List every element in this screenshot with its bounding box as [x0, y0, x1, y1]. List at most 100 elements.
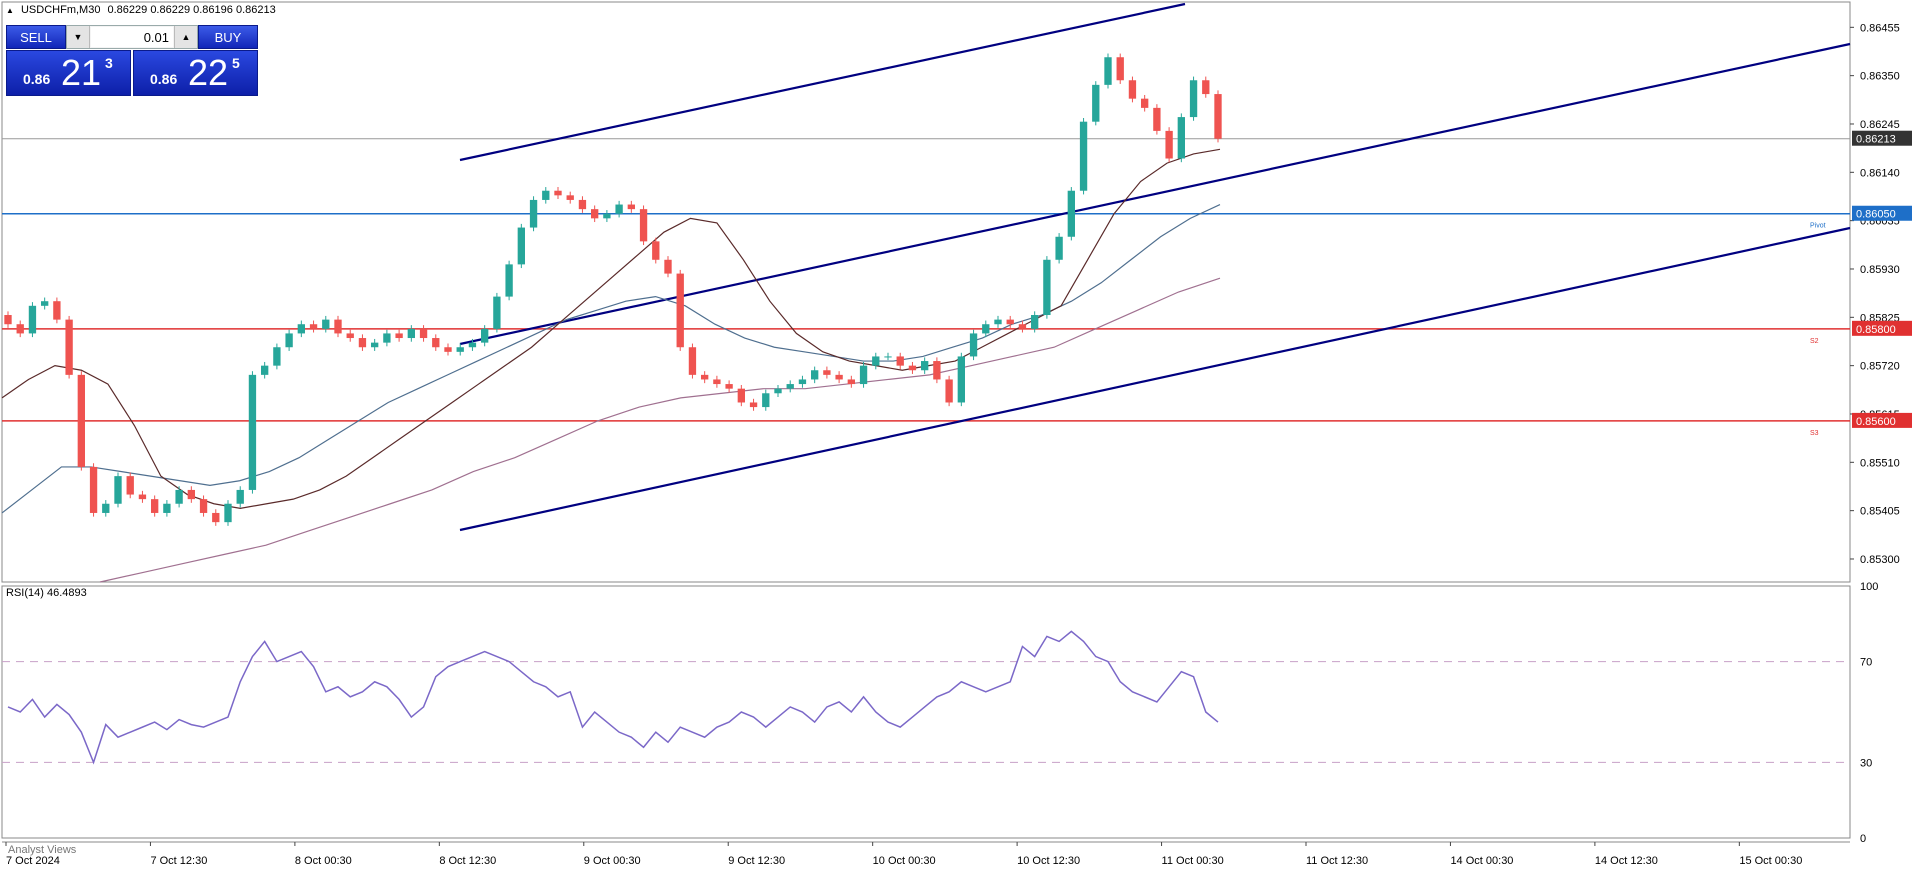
candle-body: [334, 319, 342, 334]
buy-price-prefix: 0.86: [150, 71, 178, 87]
candle-body: [688, 347, 697, 375]
rsi-line: [7, 630, 1219, 765]
x-tick-label: 9 Oct 00:30: [584, 855, 641, 867]
candle-body: [28, 305, 37, 334]
candle-body: [1031, 315, 1039, 329]
analyst-views-label[interactable]: Analyst Views: [8, 844, 76, 856]
current-price-label: 0.86213: [1856, 134, 1896, 146]
candle-body: [77, 374, 85, 467]
buy-price-point: 5: [232, 55, 240, 71]
x-tick-label: 14 Oct 12:30: [1595, 855, 1658, 867]
candle-body: [639, 209, 648, 242]
candle-body: [517, 227, 525, 265]
symbol-label: USDCHFm,M30: [20, 4, 101, 16]
rsi-frame: [1, 585, 1851, 839]
candle-body: [4, 315, 12, 325]
candle-body: [65, 319, 73, 375]
candle-body: [1214, 94, 1222, 139]
candle-body: [1043, 259, 1051, 316]
candle-body: [407, 328, 415, 339]
candle-body: [847, 379, 855, 385]
candle-body: [652, 241, 660, 260]
x-tick-label: 7 Oct 12:30: [150, 855, 207, 867]
candle-body: [664, 259, 672, 274]
y-tick-label: 0.85720: [1860, 361, 1900, 373]
candle-body: [371, 342, 379, 348]
candle-body: [126, 476, 134, 495]
candle-body: [224, 503, 232, 523]
candle-body: [444, 347, 452, 352]
candle-body: [835, 374, 843, 380]
y-tick-label: 0.85405: [1860, 506, 1900, 518]
candle-body: [138, 494, 147, 500]
y-tick-label: 0.86140: [1860, 167, 1900, 179]
candle-body: [1092, 84, 1100, 122]
candle-body: [1165, 130, 1173, 159]
x-tick-label: 7 Oct 2024: [6, 855, 60, 867]
candle-body: [1116, 57, 1124, 81]
rsi-tick-label: 70: [1860, 657, 1872, 669]
candle-body: [248, 374, 257, 490]
candle-body: [114, 476, 122, 504]
candle-body: [542, 190, 550, 200]
sell-price-display[interactable]: 0.86 21 3: [6, 50, 131, 96]
candle-body: [309, 324, 318, 329]
candle-body: [1079, 121, 1088, 191]
collapse-triangle-icon[interactable]: ▲: [6, 6, 14, 15]
candle-body: [358, 338, 367, 348]
sell-price-pips: 21: [61, 52, 102, 93]
lot-decrease-icon[interactable]: ▼: [67, 26, 90, 48]
level-price-label: 0.86050: [1856, 209, 1896, 221]
y-tick-label: 0.85930: [1860, 264, 1900, 276]
x-tick-label: 8 Oct 12:30: [439, 855, 496, 867]
y-tick-label: 0.86350: [1860, 71, 1900, 83]
candle-body: [933, 361, 941, 380]
candle-body: [872, 356, 880, 366]
lot-size-input[interactable]: [91, 27, 173, 47]
level-price-label: 0.85800: [1856, 324, 1896, 336]
buy-price-pips: 22: [188, 52, 229, 93]
candle-body: [774, 388, 782, 394]
candle-body: [1018, 324, 1027, 329]
candle-body: [566, 195, 574, 200]
ohlc-values: 0.86229 0.86229 0.86196 0.86213: [107, 4, 276, 16]
lot-increase-icon[interactable]: ▲: [174, 26, 197, 48]
buy-button[interactable]: BUY: [198, 25, 258, 49]
sell-button[interactable]: SELL: [6, 25, 66, 49]
candle-body: [505, 264, 513, 297]
candle-body: [1202, 80, 1210, 95]
candle-body: [994, 319, 1002, 325]
candle-body: [297, 324, 305, 334]
candle-body: [811, 370, 819, 380]
candle-body: [273, 347, 281, 366]
candle-body: [41, 301, 49, 306]
candle-body: [151, 499, 159, 513]
candle-body: [823, 370, 831, 375]
y-tick-label: 0.86455: [1860, 22, 1900, 34]
candle-body: [798, 379, 807, 385]
candle-body: [737, 388, 745, 403]
x-tick-label: 11 Oct 00:30: [1162, 855, 1224, 867]
candle-body: [529, 199, 538, 228]
candle-body: [859, 365, 868, 385]
channel-line: [459, 42, 1851, 346]
candle-body: [212, 512, 220, 523]
candle-body: [163, 503, 171, 513]
candle-body: [603, 213, 611, 219]
y-tick-label: 0.86245: [1860, 119, 1900, 131]
candle-body: [432, 338, 440, 348]
chart-canvas: 0.86455 0.86350 0.86245 0.86140 0.86 0 3 5 0.859…: [1, 1, 1912, 867]
x-tick-label: 14 Oct 00:30: [1450, 855, 1513, 867]
candle-body: [1141, 98, 1149, 108]
candle-body: [102, 503, 110, 513]
buy-price-display[interactable]: 0.86 22 5: [133, 50, 258, 96]
candle-body: [1128, 80, 1137, 99]
candle-body: [1067, 190, 1075, 237]
candle-body: [725, 384, 733, 389]
candle-body: [89, 466, 98, 513]
candle-body: [175, 489, 183, 504]
level-label: S3: [1810, 430, 1819, 437]
candle-body: [346, 333, 354, 339]
candle-body: [749, 402, 758, 408]
candle-body: [419, 328, 428, 339]
